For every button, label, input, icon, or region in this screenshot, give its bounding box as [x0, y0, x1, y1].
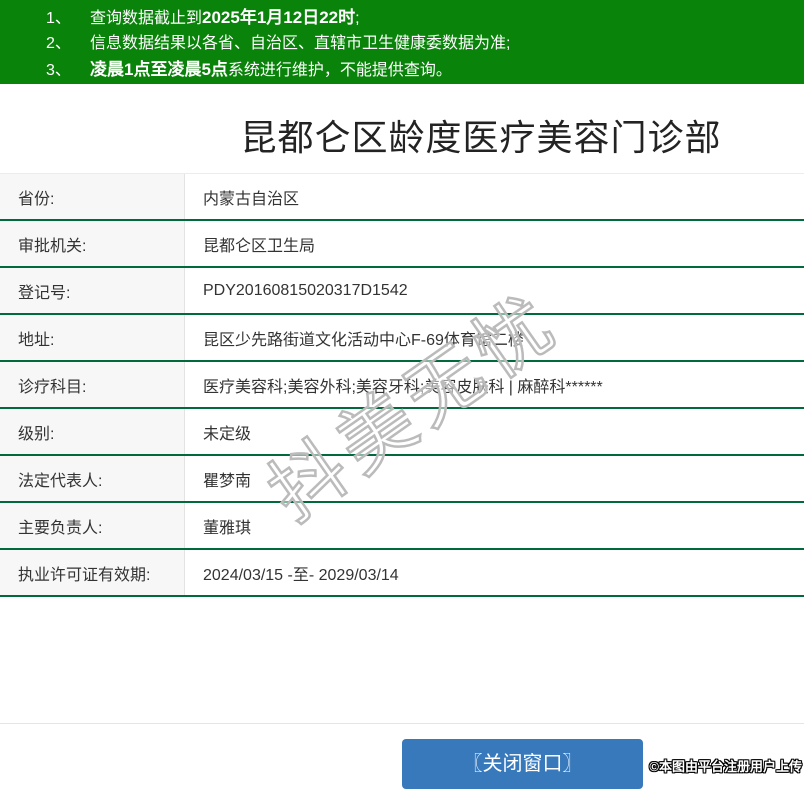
row-value: PDY20160815020317D1542	[203, 281, 408, 299]
notice-number: 1、	[46, 10, 71, 27]
table-row-registration-number: 登记号: PDY20160815020317D1542	[0, 268, 804, 315]
notice-text: 查询数据截止到2025年1月12日22时;	[90, 8, 360, 27]
table-row-license-validity: 执业许可证有效期: 2024/03/15 -至- 2029/03/14	[0, 550, 804, 597]
table-row-main-person-in-charge: 主要负责人: 董雅琪	[0, 503, 804, 550]
row-label: 法定代表人:	[0, 456, 185, 501]
notice-number: 3、	[46, 62, 71, 79]
table-row-legal-representative: 法定代表人: 瞿梦南	[0, 456, 804, 503]
notice-line-1: 1、 查询数据截止到2025年1月12日22时;	[0, 5, 804, 31]
row-value: 董雅琪	[203, 519, 252, 537]
row-label: 地址:	[0, 315, 185, 360]
notice-number: 2、	[46, 35, 71, 52]
footer-divider	[0, 723, 804, 724]
notice-line-3: 3、 凌晨1点至凌晨5点系统进行维护，不能提供查询。	[0, 57, 804, 83]
close-window-button[interactable]: 〖关闭窗口〗	[402, 739, 643, 789]
table-row-approval-authority: 审批机关: 昆都仑区卫生局	[0, 221, 804, 268]
notice-line-2: 2、 信息数据结果以各省、自治区、直辖市卫生健康委数据为准;	[0, 31, 804, 57]
row-value: 未定级	[203, 425, 252, 443]
notice-bar: 1、 查询数据截止到2025年1月12日22时; 2、 信息数据结果以各省、自治…	[0, 0, 804, 84]
row-label: 审批机关:	[0, 221, 185, 266]
row-value: 内蒙古自治区	[203, 190, 300, 208]
copyright-watermark: ©本图由平台注册用户上传	[649, 759, 802, 774]
row-label: 执业许可证有效期:	[0, 550, 185, 595]
row-label: 登记号:	[0, 268, 185, 313]
notice-text: 信息数据结果以各省、自治区、直辖市卫生健康委数据为准;	[90, 35, 511, 52]
table-row-treatment-subjects: 诊疗科目: 医疗美容科;美容外科;美容牙科;美容皮肤科 | 麻醉科******	[0, 362, 804, 409]
row-value: 瞿梦南	[203, 472, 252, 490]
row-label: 诊疗科目:	[0, 362, 185, 407]
notice-text: 凌晨1点至凌晨5点系统进行维护，不能提供查询。	[90, 60, 452, 79]
row-label: 主要负责人:	[0, 503, 185, 548]
page-title: 昆都仑区龄度医疗美容门诊部	[240, 117, 722, 158]
clinic-info-table: 省份: 内蒙古自治区 审批机关: 昆都仑区卫生局 登记号: PDY2016081…	[0, 173, 804, 597]
table-row-province: 省份: 内蒙古自治区	[0, 174, 804, 221]
row-value: 昆都仑区卫生局	[203, 237, 316, 255]
row-value: 2024/03/15 -至- 2029/03/14	[203, 566, 399, 584]
row-value: 昆区少先路街道文化活动中心F-69体育馆二楼	[203, 331, 524, 349]
row-label: 级别:	[0, 409, 185, 454]
row-label: 省份:	[0, 174, 185, 219]
table-row-address: 地址: 昆区少先路街道文化活动中心F-69体育馆二楼	[0, 315, 804, 362]
table-row-level: 级别: 未定级	[0, 409, 804, 456]
row-value: 医疗美容科;美容外科;美容牙科;美容皮肤科 | 麻醉科******	[203, 378, 603, 396]
